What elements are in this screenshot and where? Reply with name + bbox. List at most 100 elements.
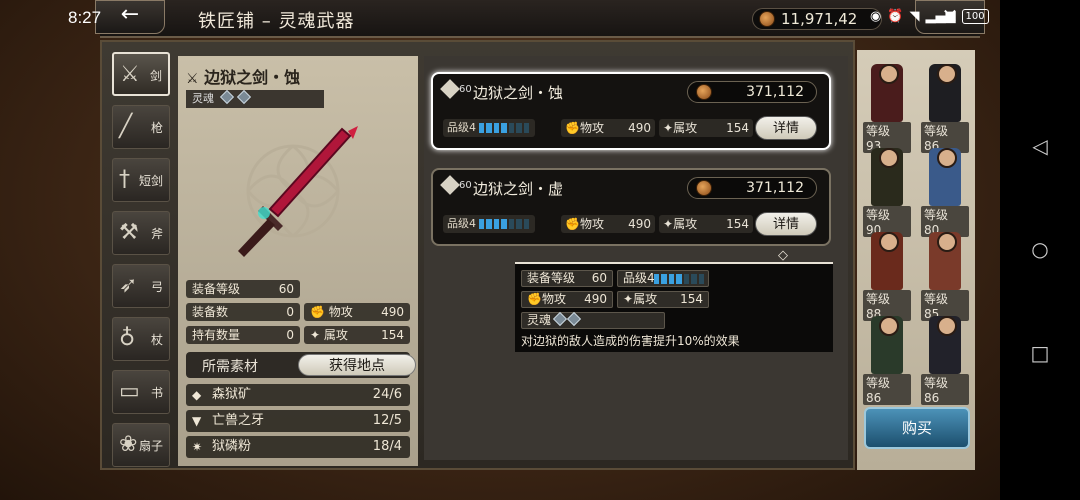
grade-bar bbox=[479, 123, 529, 133]
ore-icon: ◆ bbox=[192, 388, 202, 402]
details-button[interactable]: 详情 bbox=[755, 116, 817, 140]
sword-icon: ⚔ bbox=[120, 62, 140, 87]
weapon-detail-panel: ⚔ 边狱之剑・蚀 灵魂 装备等级 60 装备数 0 ✊ 物攻 490 持有数量 0 ✦ … bbox=[178, 56, 418, 466]
tooltip-patk: ✊物攻 490 bbox=[521, 291, 613, 308]
grade-bar bbox=[654, 274, 704, 284]
tab-bow[interactable]: ➶ 弓 bbox=[112, 264, 170, 308]
tab-fan[interactable]: ❀ 扇子 bbox=[112, 423, 170, 467]
tab-book[interactable]: ▭ 书 bbox=[112, 370, 170, 414]
hero-portrait[interactable]: 等级 90 bbox=[863, 144, 911, 237]
tab-sword[interactable]: ⚔ 剑 bbox=[112, 52, 170, 96]
soul-gem-icon bbox=[566, 311, 582, 327]
weapon-card-selected[interactable]: 60 边狱之剑・蚀 371,112 品级4 ✊物攻 490 ✦属攻 154 详情 bbox=[431, 72, 831, 150]
clock: 8:27 bbox=[68, 8, 102, 27]
tooltip-equip-level: 装备等级 60 bbox=[521, 270, 613, 287]
weapon-image bbox=[238, 126, 358, 257]
soul-gem-icon bbox=[219, 89, 234, 105]
axe-icon: ⚒ bbox=[119, 220, 139, 245]
spear-icon: ╱ bbox=[119, 114, 133, 139]
eatk-stat: ✦属攻 154 bbox=[659, 119, 753, 137]
weapon-level: 60 bbox=[440, 79, 472, 99]
hero-sprite bbox=[929, 148, 961, 206]
tooltip-soul: 灵魂 bbox=[521, 311, 665, 329]
hero-portrait[interactable]: 等级 86 bbox=[863, 312, 911, 405]
staff-icon: ♁ bbox=[119, 326, 136, 351]
weapon-name: ⚔ 边狱之剑・蚀 bbox=[186, 68, 301, 87]
elemental-attack-icon: ✦ bbox=[663, 217, 674, 231]
battery-icon: 100 bbox=[961, 9, 989, 24]
tooltip-eatk: ✦属攻 154 bbox=[617, 291, 709, 308]
soul-gem-icon bbox=[552, 311, 568, 327]
eatk-stat: ✦ 属攻 154 bbox=[304, 326, 410, 344]
tab-spear[interactable]: ╱ 枪 bbox=[112, 105, 170, 149]
elemental-attack-icon: ✦ bbox=[310, 328, 321, 342]
owned-count-stat: 持有数量 0 bbox=[186, 326, 300, 344]
hero-sprite bbox=[929, 316, 961, 374]
equip-count-stat: 装备数 0 bbox=[186, 303, 300, 321]
tooltip-pointer-icon: ◇ bbox=[778, 248, 788, 263]
bow-icon: ➶ bbox=[119, 273, 138, 298]
tab-axe[interactable]: ⚒ 斧 bbox=[112, 211, 170, 255]
nav-back-icon[interactable]: ◁ bbox=[1028, 134, 1052, 158]
game-screen: ← 铁匠铺 – 灵魂武器 11,971,42 ✕ ⚔ 剑 ╱ 枪 † 短剑 ⚒ 斧 ➶ 弓… bbox=[0, 0, 1000, 500]
physical-attack-icon: ✊ bbox=[565, 121, 580, 135]
obtain-location-button[interactable]: 获得地点 bbox=[298, 354, 416, 376]
coin-icon bbox=[696, 84, 712, 100]
tooltip-grade: 品级4 bbox=[617, 270, 709, 287]
eatk-stat: ✦属攻 154 bbox=[659, 215, 753, 233]
tab-dagger[interactable]: † 短剑 bbox=[112, 158, 170, 202]
hero-portrait[interactable]: 等级 86 bbox=[921, 312, 969, 405]
price: 371,112 bbox=[687, 81, 817, 103]
nav-home-icon[interactable]: ○ bbox=[1028, 237, 1052, 261]
hero-sprite bbox=[929, 232, 961, 290]
sword-icon bbox=[440, 79, 460, 99]
nav-recents-icon[interactable]: □ bbox=[1028, 341, 1052, 365]
buy-button[interactable]: 购买 bbox=[864, 407, 970, 449]
grade-indicator: 品级4 bbox=[443, 119, 535, 137]
hero-portrait[interactable]: 等级 85 bbox=[921, 228, 969, 321]
weapon-level: 60 bbox=[440, 175, 472, 195]
price: 371,112 bbox=[687, 177, 817, 199]
wifi-icon: ◥ bbox=[909, 9, 920, 24]
fang-icon: ▼ bbox=[192, 414, 202, 428]
physical-attack-icon: ✊ bbox=[527, 292, 542, 306]
elemental-attack-icon: ✦ bbox=[623, 292, 634, 306]
sword-icon: ⚔ bbox=[186, 71, 199, 87]
physical-attack-icon: ✊ bbox=[310, 305, 325, 319]
navigation-bar: ◁ ○ □ bbox=[1000, 0, 1080, 500]
soul-slots: 灵魂 bbox=[186, 89, 324, 108]
hero-portrait[interactable]: 等级 88 bbox=[863, 228, 911, 321]
sword-icon bbox=[440, 175, 460, 195]
grade-bar bbox=[479, 219, 529, 229]
material-row: ▼ 亡兽之牙 12/5 bbox=[186, 410, 410, 432]
powder-icon: ✷ bbox=[192, 440, 203, 454]
status-bar: 8:27 ◉ ⏰ ◥ ▂▄▆ 100 bbox=[0, 0, 1000, 36]
patk-stat: ✊物攻 490 bbox=[561, 119, 655, 137]
soul-gem-icon bbox=[236, 89, 252, 105]
hero-portrait[interactable]: 等级 80 bbox=[921, 144, 969, 237]
alarm-icon: ⏰ bbox=[887, 9, 904, 24]
hero-sprite bbox=[871, 316, 903, 374]
grade-indicator: 品级4 bbox=[443, 215, 535, 233]
status-icons: ◉ ⏰ ◥ ▂▄▆ 100 bbox=[870, 9, 989, 24]
material-row: ✷ 狱磷粉 18/4 bbox=[186, 436, 410, 458]
equip-level-stat: 装备等级 60 bbox=[186, 280, 300, 298]
coin-icon bbox=[696, 180, 712, 196]
physical-attack-icon: ✊ bbox=[565, 217, 580, 231]
weapon-tooltip: 装备等级 60 品级4 ✊物攻 490 ✦属攻 154 灵魂 对边狱的敌人造成的伤害提… bbox=[515, 262, 833, 352]
patk-stat: ✊物攻 490 bbox=[561, 215, 655, 233]
book-icon: ▭ bbox=[119, 379, 140, 404]
weapon-card[interactable]: 60 边狱之剑・虚 371,112 品级4 ✊物攻 490 ✦属攻 154 详情 bbox=[431, 168, 831, 246]
hero-sprite bbox=[871, 64, 903, 122]
hero-portrait[interactable]: 等级 93 bbox=[863, 60, 911, 153]
weapon-card-name: 边狱之剑・蚀 bbox=[473, 84, 564, 102]
material-row: ◆ 森狱矿 24/6 bbox=[186, 384, 410, 406]
patk-stat: ✊ 物攻 490 bbox=[304, 303, 410, 321]
hero-portrait[interactable]: 等级 86 bbox=[921, 60, 969, 153]
hero-sprite bbox=[871, 232, 903, 290]
fan-icon: ❀ bbox=[119, 432, 138, 457]
tab-staff[interactable]: ♁ 杖 bbox=[112, 317, 170, 361]
details-button[interactable]: 详情 bbox=[755, 212, 817, 236]
dagger-icon: † bbox=[119, 167, 130, 192]
hero-sprite bbox=[871, 148, 903, 206]
